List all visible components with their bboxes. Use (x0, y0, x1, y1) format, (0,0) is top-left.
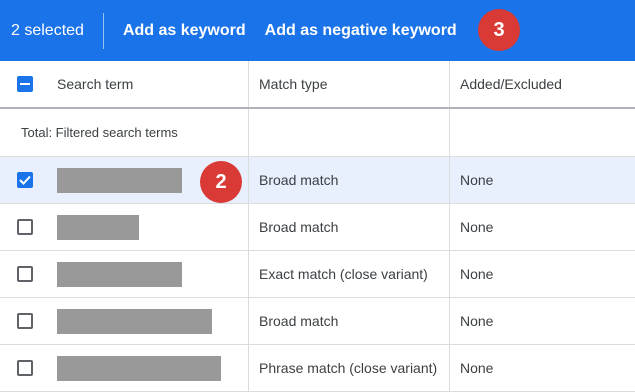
table-row[interactable]: Exact match (close variant) None (0, 251, 635, 298)
header-search-term[interactable]: Search term (50, 61, 249, 107)
bar-divider (102, 12, 104, 49)
header-added-excluded[interactable]: Added/Excluded (450, 61, 635, 107)
match-type-cell: Broad match (249, 204, 450, 250)
total-label: Total: Filtered search terms (0, 109, 249, 156)
step-badge-2: 2 (200, 161, 242, 203)
header-match-type[interactable]: Match type (249, 61, 450, 107)
row-checkbox[interactable] (17, 219, 33, 235)
redacted-search-term (57, 261, 182, 287)
row-checkbox[interactable] (17, 313, 33, 329)
redacted-search-term (57, 355, 221, 381)
table-row[interactable]: Broad match None (0, 204, 635, 251)
match-type-cell: Broad match (249, 298, 450, 344)
row-checkbox[interactable] (17, 172, 33, 188)
add-as-keyword-button[interactable]: Add as keyword (123, 22, 246, 40)
match-type-cell: Broad match (249, 157, 450, 203)
table-row[interactable]: Phrase match (close variant) None (0, 345, 635, 392)
step-badge-3: 3 (478, 9, 520, 51)
selected-count: 2 selected (11, 21, 84, 39)
check-icon (19, 175, 31, 185)
status-cell: None (460, 313, 494, 329)
match-type-cell: Exact match (close variant) (249, 251, 450, 297)
total-row: Total: Filtered search terms (0, 109, 635, 157)
table-header-row: Search term Match type Added/Excluded (0, 61, 635, 109)
match-type-cell: Phrase match (close variant) (249, 345, 450, 391)
table-row[interactable]: Broad match None (0, 298, 635, 345)
status-cell: None (460, 172, 494, 188)
row-checkbox[interactable] (17, 266, 33, 282)
redacted-search-term (57, 214, 139, 240)
row-checkbox[interactable] (17, 360, 33, 376)
status-cell: None (460, 360, 494, 376)
table-row[interactable]: Broad match None (0, 157, 635, 204)
status-cell: None (460, 266, 494, 282)
redacted-search-term (57, 308, 212, 334)
selection-action-bar: 2 selected Add as keyword Add as negativ… (0, 0, 635, 61)
redacted-search-term (57, 167, 182, 193)
search-terms-table: Search term Match type Added/Excluded To… (0, 61, 635, 392)
add-as-negative-keyword-button[interactable]: Add as negative keyword (265, 22, 457, 40)
select-all-checkbox[interactable] (17, 76, 33, 92)
status-cell: None (460, 219, 494, 235)
